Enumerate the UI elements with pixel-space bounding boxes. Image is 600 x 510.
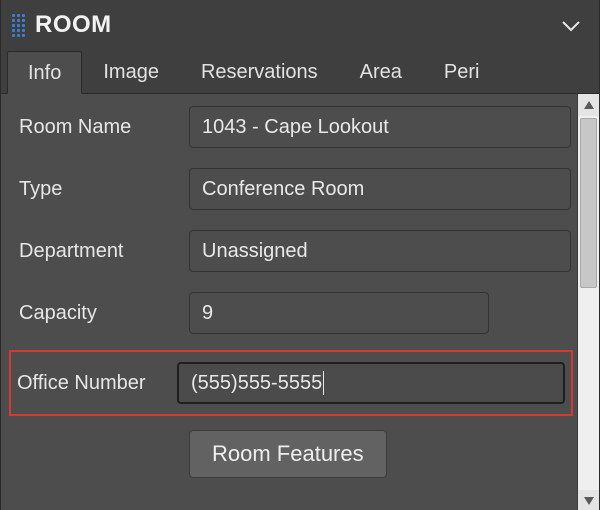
tab-reservations[interactable]: Reservations: [180, 50, 339, 93]
input-office-number-value: (555)555-5555: [191, 372, 322, 395]
label-office-number: Office Number: [17, 370, 177, 396]
text-caret-icon: [323, 371, 324, 395]
label-room-name: Room Name: [19, 114, 189, 140]
scroll-up-icon[interactable]: [578, 94, 599, 116]
row-room-name: Room Name 1043 - Cape Lookout: [19, 106, 571, 148]
collapse-icon[interactable]: [553, 8, 589, 42]
panel-body: Room Name 1043 - Cape Lookout Type Confe…: [1, 94, 599, 510]
label-capacity: Capacity: [19, 300, 189, 326]
drag-handle-icon[interactable]: [11, 13, 25, 37]
scrollbar-thumb[interactable]: [580, 118, 597, 288]
features-button-wrap: Room Features: [19, 430, 571, 478]
row-type: Type Conference Room: [19, 168, 571, 210]
tab-bar: Info Image Reservations Area Peri: [1, 50, 599, 94]
scroll-down-icon[interactable]: [578, 490, 599, 510]
label-type: Type: [19, 176, 189, 202]
row-capacity: Capacity 9: [19, 292, 571, 334]
room-panel: ROOM Info Image Reservations Area Peri R…: [0, 0, 600, 510]
vertical-scrollbar[interactable]: [577, 94, 599, 510]
highlight-office-number: Office Number (555)555-5555: [9, 350, 573, 416]
label-department: Department: [19, 238, 189, 264]
input-capacity[interactable]: 9: [189, 292, 489, 334]
input-department[interactable]: Unassigned: [189, 230, 571, 272]
input-room-name[interactable]: 1043 - Cape Lookout: [189, 106, 571, 148]
panel-title: ROOM: [35, 11, 112, 39]
room-features-button[interactable]: Room Features: [189, 430, 387, 478]
tab-area[interactable]: Area: [339, 50, 423, 93]
scrollbar-track[interactable]: [578, 116, 599, 490]
tab-perimeter[interactable]: Peri: [423, 50, 501, 93]
input-type[interactable]: Conference Room: [189, 168, 571, 210]
tab-info[interactable]: Info: [7, 51, 82, 94]
tab-image[interactable]: Image: [82, 50, 180, 93]
row-department: Department Unassigned: [19, 230, 571, 272]
info-form: Room Name 1043 - Cape Lookout Type Confe…: [1, 94, 577, 510]
input-office-number[interactable]: (555)555-5555: [177, 362, 565, 404]
row-office-number: Office Number (555)555-5555: [17, 362, 565, 404]
panel-titlebar: ROOM: [1, 0, 599, 48]
